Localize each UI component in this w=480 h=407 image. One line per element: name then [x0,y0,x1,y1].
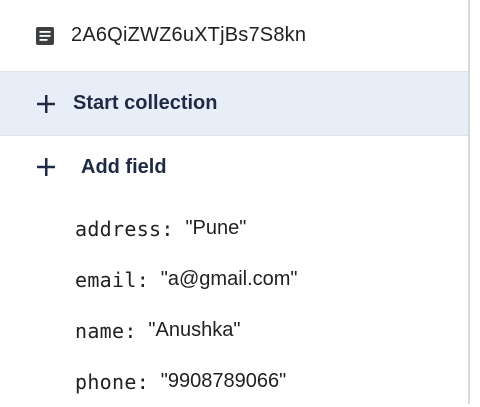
field-row-name[interactable]: name : "Anushka" [75,305,468,356]
plus-icon [35,156,57,178]
field-separator: : [124,318,137,343]
field-key: address [75,216,162,241]
add-field-label: Add field [81,155,167,178]
field-value: "Anushka" [148,319,241,341]
start-collection-label: Start collection [73,92,218,114]
document-header[interactable]: 2A6QiZWZ6uXTjBs7S8kn [0,0,468,72]
start-collection-button[interactable]: Start collection [0,72,468,136]
field-key: name [75,318,125,343]
field-row-phone[interactable]: phone : "9908789066" [75,356,468,407]
document-panel: 2A6QiZWZ6uXTjBs7S8kn Start collection Ad… [0,0,470,404]
document-id: 2A6QiZWZ6uXTjBs7S8kn [71,24,307,46]
add-field-button[interactable]: Add field [0,136,468,198]
field-key: phone [75,369,137,394]
field-value: "Pune" [185,217,247,239]
plus-icon [35,93,57,115]
field-key: email [75,267,137,292]
field-value: "a@gmail.com" [160,268,298,290]
field-value: "9908789066" [160,370,287,392]
field-separator: : [136,267,149,292]
field-separator: : [136,369,149,394]
field-row-email[interactable]: email : "a@gmail.com" [75,254,468,305]
field-separator: : [161,216,174,241]
document-icon [33,24,57,48]
field-list: address : "Pune" email : "a@gmail.com" n… [0,198,468,407]
field-row-address[interactable]: address : "Pune" [75,203,468,254]
